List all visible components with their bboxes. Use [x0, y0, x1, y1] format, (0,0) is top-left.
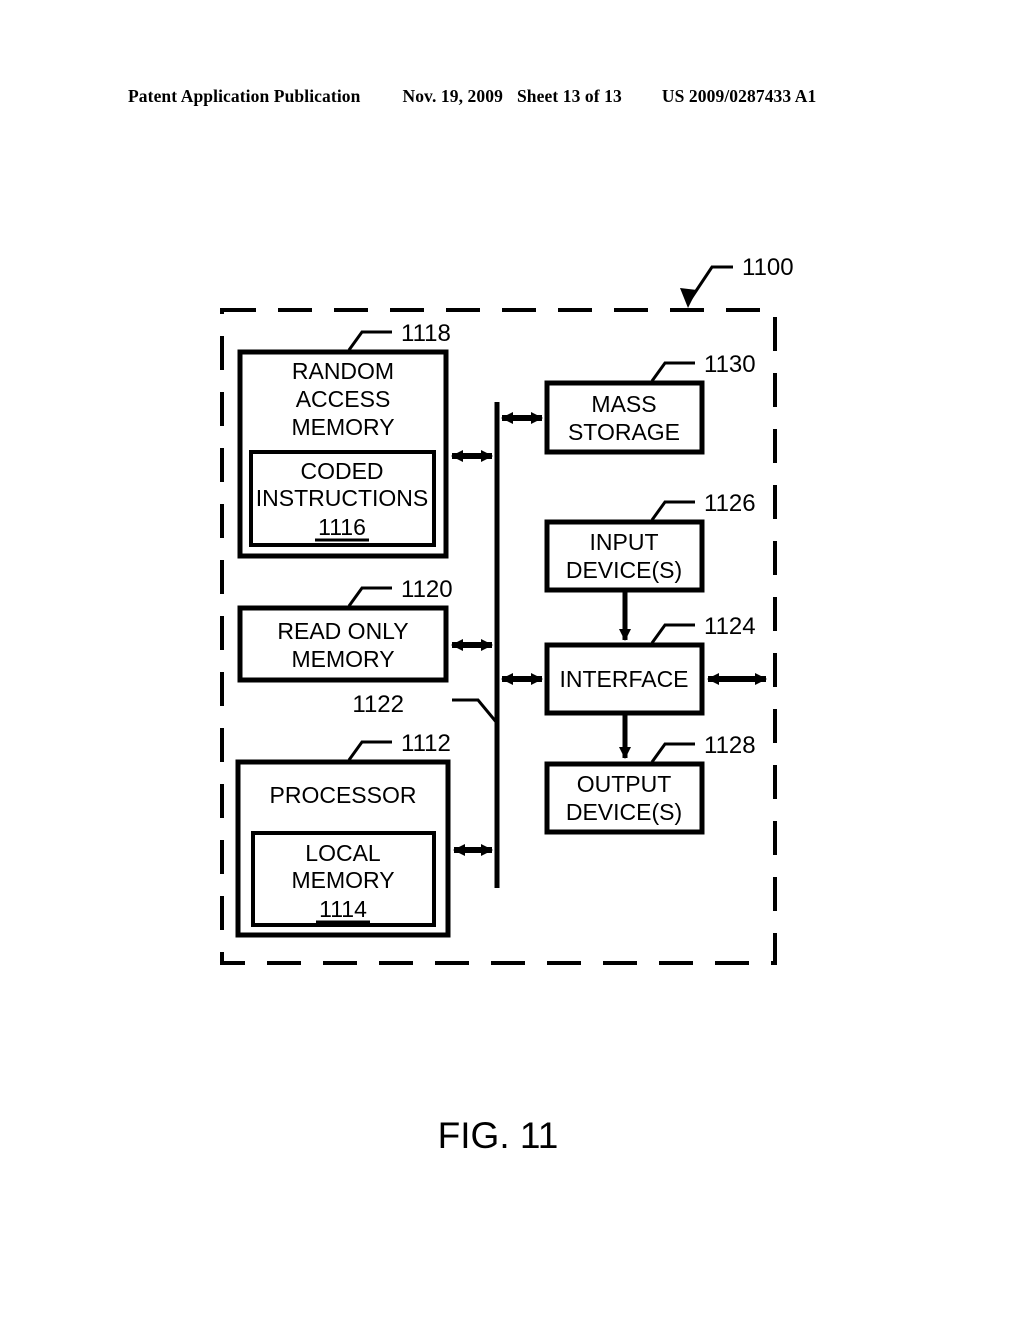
ref-number-1122: 1122 [352, 691, 404, 718]
local-memory-line1: LOCAL [305, 840, 381, 866]
output-devices-line2: DEVICE(S) [566, 799, 682, 825]
mass-storage-line1: MASS [591, 391, 656, 417]
leader-line-1128 [650, 742, 695, 763]
leader-line-1112 [347, 740, 392, 761]
ram-label-line1: RANDOM [292, 358, 394, 384]
leader-line-1100 [686, 265, 733, 304]
ref-number-1124: 1124 [704, 613, 756, 640]
patent-page: Patent Application Publication Nov. 19, … [0, 0, 1024, 1320]
figure-11: 1100 1122 RANDOM ACCESS MEMORY 1118 CODE… [0, 0, 1024, 1320]
input-devices-line2: DEVICE(S) [566, 557, 682, 583]
ref-number-1100: 1100 [742, 254, 794, 281]
leader-line-1130 [650, 361, 695, 382]
ref-number-1126: 1126 [704, 490, 756, 517]
ram-label-line2: ACCESS [296, 386, 391, 412]
figure-caption: FIG. 11 [438, 1115, 559, 1156]
interface-label: INTERFACE [559, 666, 688, 692]
rom-label-line1: READ ONLY [277, 618, 408, 644]
leader-line-1118 [347, 330, 392, 351]
leader-line-1124 [650, 623, 695, 644]
local-memory-ref-1114: 1114 [319, 896, 367, 922]
coded-instructions-ref-1116: 1116 [318, 514, 366, 540]
figure-svg: 1100 1122 RANDOM ACCESS MEMORY 1118 CODE… [220, 254, 794, 1156]
processor-label: PROCESSOR [270, 782, 417, 808]
rom-label-line2: MEMORY [291, 646, 394, 672]
local-memory-line2: MEMORY [291, 867, 394, 893]
ref-number-1120: 1120 [401, 576, 453, 603]
ram-label-line3: MEMORY [291, 414, 394, 440]
ref-number-1118: 1118 [401, 320, 451, 347]
ref-number-1112: 1112 [401, 730, 451, 757]
leader-line-1126 [650, 500, 695, 521]
coded-instructions-line2: INSTRUCTIONS [256, 485, 429, 511]
ref-number-1128: 1128 [704, 732, 756, 759]
coded-instructions-line1: CODED [300, 458, 383, 484]
leader-line-1120 [347, 586, 392, 607]
leader-line-1122 [452, 698, 499, 724]
mass-storage-line2: STORAGE [568, 419, 680, 445]
output-devices-line1: OUTPUT [577, 771, 672, 797]
input-devices-line1: INPUT [590, 529, 659, 555]
ref-number-1130: 1130 [704, 351, 756, 378]
leader-arrowhead-1100 [680, 288, 697, 308]
